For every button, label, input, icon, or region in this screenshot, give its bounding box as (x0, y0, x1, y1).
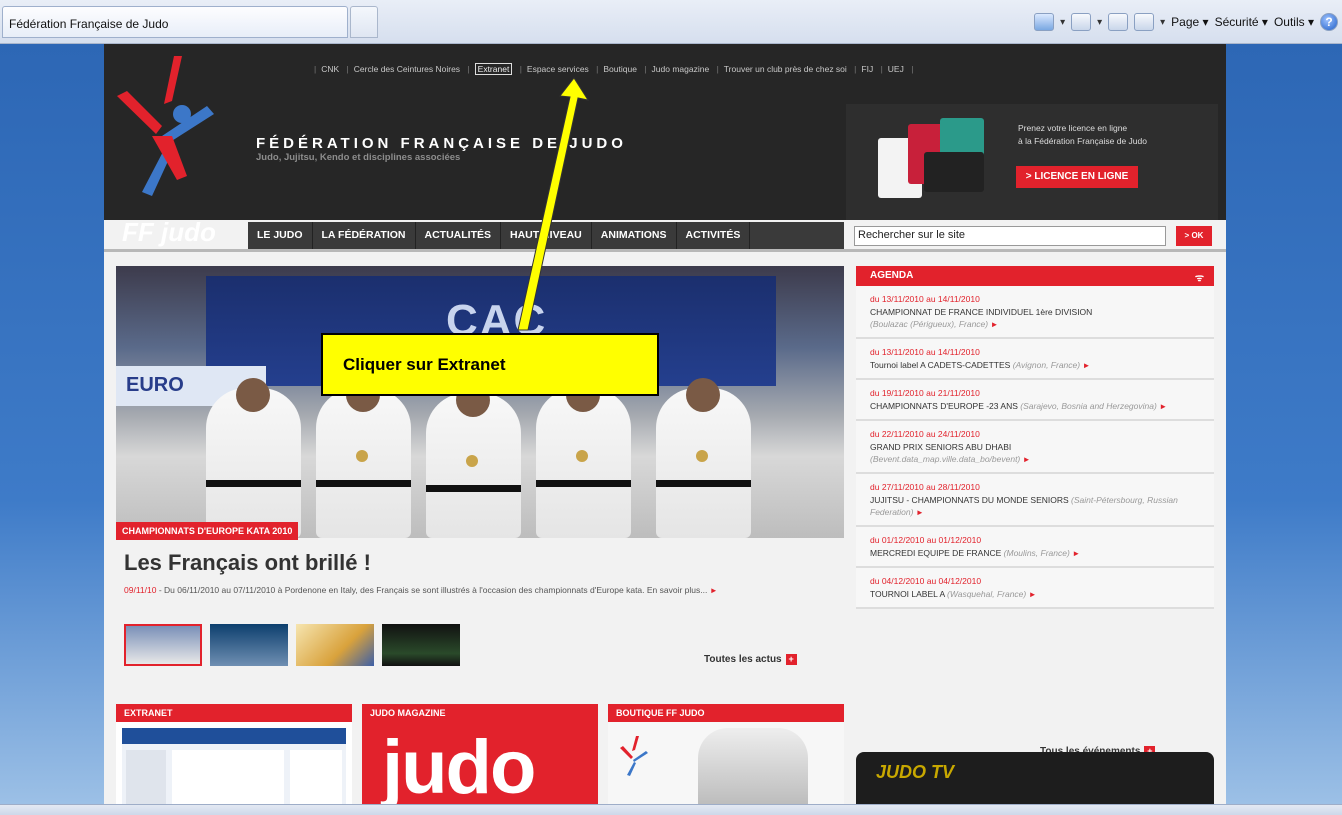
agenda-header: AGENDA ᯤ (856, 266, 1214, 286)
boutique-panel[interactable]: BOUTIQUE FF JUDO (608, 704, 844, 804)
licence-promo: Prenez votre licence en ligne à la Fédér… (846, 104, 1218, 220)
agenda-item[interactable]: du 19/11/2010 au 21/11/2010 CHAMPIONNATS … (856, 380, 1214, 421)
thumbnail-3[interactable] (296, 624, 374, 666)
command-bar: ▾ ▾ ▾ Page ▾ Sécurité ▾ Outils ▾ ? (1034, 10, 1338, 34)
agenda-item[interactable]: du 13/11/2010 au 14/11/2010 Tournoi label… (856, 339, 1214, 380)
nav-item-activites[interactable]: ACTIVITÉS (677, 222, 751, 249)
link-espace-services[interactable]: Espace services (527, 64, 589, 74)
annotation-callout: Cliquer sur Extranet (321, 333, 659, 396)
hero-title[interactable]: Les Français ont brillé ! (124, 550, 371, 576)
ffjudo-small-logo-icon (620, 736, 648, 776)
nav-item-la-federation[interactable]: LA FÉDÉRATION (313, 222, 416, 249)
browser-status-bar (0, 804, 1342, 815)
browser-tab-title: Fédération Française de Judo (9, 17, 169, 31)
hero-category-badge[interactable]: CHAMPIONNATS D'EUROPE KATA 2010 (116, 522, 299, 540)
federation-subtitle: Judo, Jujitsu, Kendo et disciplines asso… (256, 152, 461, 163)
extranet-panel[interactable]: EXTRANET (116, 704, 352, 804)
rss-icon[interactable]: ᯤ (1195, 270, 1204, 284)
agenda-item[interactable]: du 13/11/2010 au 14/11/2010 CHAMPIONNAT D… (856, 286, 1214, 339)
licence-promo-text: Prenez votre licence en ligne à la Fédér… (1018, 123, 1147, 146)
boutique-panel-header: BOUTIQUE FF JUDO (608, 704, 844, 722)
nav-item-actualites[interactable]: ACTUALITÉS (416, 222, 502, 249)
agenda-panel: AGENDA ᯤ du 13/11/2010 au 14/11/2010 CHAMP… (856, 266, 1214, 676)
link-trouver-club[interactable]: Trouver un club près de chez soi (724, 64, 847, 74)
plus-icon: + (785, 654, 797, 665)
link-cnk[interactable]: CNK (321, 64, 339, 74)
search-ok-button[interactable]: > OK (1176, 226, 1212, 246)
web-page: | CNK | Cercle des Ceintures Noires | Extra… (104, 44, 1226, 804)
browser-tab[interactable]: Fédération Française de Judo (2, 6, 348, 38)
agenda-item[interactable]: du 04/12/2010 au 04/12/2010 TOURNOI LABEL… (856, 568, 1214, 609)
federation-title: FÉDÉRATION FRANÇAISE DE JUDO (256, 135, 627, 152)
mail-icon[interactable] (1108, 13, 1129, 31)
thumbnail-4[interactable] (382, 624, 460, 666)
licence-cards-image (868, 118, 1018, 204)
link-extranet[interactable]: Extranet (474, 63, 513, 75)
hero-image[interactable]: CAC EURO (116, 266, 844, 538)
boutique-image (608, 722, 844, 804)
ffjudo-logo-icon[interactable] (112, 56, 217, 206)
link-cercle[interactable]: Cercle des Ceintures Noires (354, 64, 460, 74)
judo-tv-logo: JUDO TV (876, 762, 955, 782)
background-left (0, 44, 116, 804)
agenda-item[interactable]: du 27/11/2010 au 28/11/2010 JUJITSU - CHA… (856, 474, 1214, 527)
link-uej[interactable]: UEJ (888, 64, 904, 74)
thumbnail-2[interactable] (210, 624, 288, 666)
hero-athletes (206, 378, 766, 538)
browser-toolbar: Fédération Française de Judo ▾ ▾ ▾ Page … (0, 0, 1342, 44)
extranet-screenshot (122, 728, 346, 804)
nav-item-le-judo[interactable]: LE JUDO (248, 222, 313, 249)
link-judo-magazine[interactable]: Judo magazine (652, 64, 710, 74)
judo-magazine-cover: judo (362, 722, 598, 804)
main-nav: LE JUDO LA FÉDÉRATION ACTUALITÉS HAUT NI… (248, 222, 844, 249)
extranet-panel-header: EXTRANET (116, 704, 352, 722)
hero-summary: 09/11/10 - Du 06/11/2010 au 07/11/2010 à… (124, 585, 718, 595)
home-icon[interactable] (1034, 13, 1055, 31)
all-news-link[interactable]: Toutes les actus + (704, 654, 797, 665)
new-tab-button[interactable] (350, 6, 378, 38)
thumbnail-1[interactable] (124, 624, 202, 666)
site-header: | CNK | Cercle des Ceintures Noires | Extra… (104, 44, 1226, 249)
rss-feed-icon[interactable] (1071, 13, 1092, 31)
judo-magazine-panel-header: JUDO MAGAZINE (362, 704, 598, 722)
judo-magazine-panel[interactable]: JUDO MAGAZINE judo (362, 704, 598, 804)
help-icon[interactable]: ? (1320, 13, 1338, 31)
background-right (1226, 44, 1342, 804)
security-menu[interactable]: Sécurité ▾ (1215, 15, 1268, 29)
licence-en-ligne-button[interactable]: > LICENCE EN LIGNE (1016, 166, 1138, 188)
search-input[interactable]: Rechercher sur le site (854, 226, 1166, 246)
agenda-item[interactable]: du 01/12/2010 au 01/12/2010 MERCREDI EQUI… (856, 527, 1214, 568)
header-divider (104, 249, 1226, 252)
tools-menu[interactable]: Outils ▾ (1274, 15, 1314, 29)
print-icon[interactable] (1134, 13, 1155, 31)
link-fij[interactable]: FIJ (861, 64, 873, 74)
judo-tv-panel[interactable]: JUDO TV (856, 752, 1214, 804)
nav-item-haut-niveau[interactable]: HAUT NIVEAU (501, 222, 592, 249)
logo-text[interactable]: FF judo (122, 217, 216, 248)
top-links: | CNK | Cercle des Ceintures Noires | Extra… (314, 63, 914, 75)
hero-thumbnails (124, 624, 460, 666)
link-boutique[interactable]: Boutique (603, 64, 637, 74)
agenda-item[interactable]: du 22/11/2010 au 24/11/2010 GRAND PRIX SE… (856, 421, 1214, 474)
nav-item-animations[interactable]: ANIMATIONS (592, 222, 677, 249)
page-menu[interactable]: Page ▾ (1171, 15, 1208, 29)
